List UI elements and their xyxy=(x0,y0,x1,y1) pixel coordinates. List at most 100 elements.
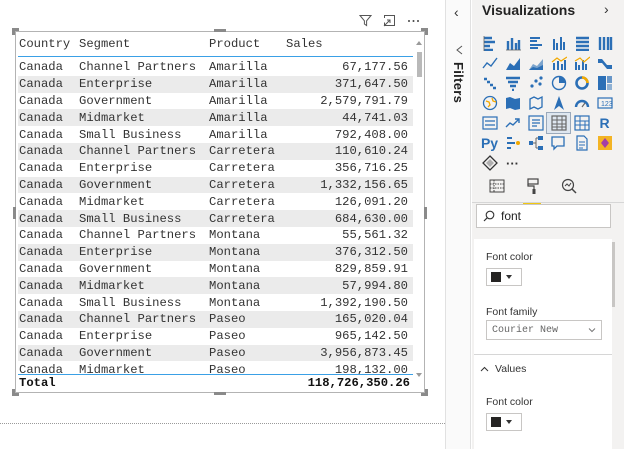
treemap-icon[interactable] xyxy=(593,73,616,93)
focus-mode-icon[interactable] xyxy=(382,13,397,28)
format-options-panel: Font color Font family Courier New Value… xyxy=(474,239,612,449)
shape-map-icon[interactable] xyxy=(524,93,547,113)
table-row[interactable]: Canada Government Paseo 3,956,873.45 xyxy=(18,344,413,362)
column-header-segment[interactable]: Segment xyxy=(79,37,209,51)
chevron-down-icon xyxy=(506,275,512,279)
visualizations-pane: Visualizations › 123 R Py ··· font Font col… xyxy=(472,0,624,449)
analytics-tab-icon[interactable] xyxy=(558,175,580,197)
resize-handle-bottom-right[interactable] xyxy=(421,389,428,396)
scatter-icon[interactable] xyxy=(524,73,547,93)
power-apps-icon[interactable] xyxy=(593,133,616,153)
line-chart-icon[interactable] xyxy=(478,53,501,73)
table-row[interactable]: Canada Enterprise Montana 376,312.50 xyxy=(18,243,413,261)
table-row[interactable]: Canada Government Montana 829,859.91 xyxy=(18,261,413,278)
filter-icon[interactable] xyxy=(358,13,373,28)
more-visuals-icon[interactable]: ··· xyxy=(501,153,524,173)
slicer-icon[interactable] xyxy=(524,113,547,133)
decomposition-tree-icon[interactable] xyxy=(524,133,547,153)
key-influencers-icon[interactable] xyxy=(501,133,524,153)
table-row[interactable]: Canada Channel Partners Paseo 165,020.04 xyxy=(18,310,413,328)
stacked-area-icon[interactable] xyxy=(524,53,547,73)
clustered-column-icon[interactable] xyxy=(547,33,570,53)
chevron-right-icon[interactable]: › xyxy=(604,1,609,17)
cell-product: Montana xyxy=(209,228,261,243)
table-row[interactable]: Canada Midmarket Carretera 126,091.20 xyxy=(18,193,413,210)
table-row[interactable]: Canada Small Business Montana 1,392,190.50 xyxy=(18,294,413,311)
pie-chart-icon[interactable] xyxy=(547,73,570,93)
ribbon-chart-icon[interactable] xyxy=(593,53,616,73)
table-row[interactable]: Canada Small Business Amarilla 792,408.00 xyxy=(18,126,413,143)
table-row[interactable]: Canada Enterprise Carretera 356,716.25 xyxy=(18,160,413,177)
cell-sales: 829,859.91 xyxy=(334,261,408,276)
donut-chart-icon[interactable] xyxy=(570,73,593,93)
matrix-icon[interactable] xyxy=(570,113,593,133)
fields-tab-icon[interactable] xyxy=(486,175,508,197)
table-row[interactable]: Canada Government Carretera 1,332,156.65 xyxy=(18,176,413,194)
python-visual-icon[interactable]: Py xyxy=(478,133,501,153)
line-clustered-icon[interactable] xyxy=(570,53,593,73)
filters-label[interactable]: Filters xyxy=(451,62,466,103)
100-column-icon[interactable] xyxy=(593,33,616,53)
table-row[interactable]: Canada Midmarket Amarilla 44,741.03 xyxy=(18,109,413,127)
svg-text:123: 123 xyxy=(601,101,613,108)
r-visual-icon[interactable]: R xyxy=(593,113,616,133)
scrollbar-thumb[interactable] xyxy=(417,52,422,77)
scroll-up-arrow-icon[interactable] xyxy=(416,41,422,45)
map-icon[interactable] xyxy=(478,93,501,113)
gauge-icon[interactable] xyxy=(570,93,593,113)
total-value: 118,726,350.26 xyxy=(307,376,410,390)
table-row[interactable]: Canada Small Business Carretera 684,630.00 xyxy=(18,210,413,227)
table-row[interactable]: Canada Channel Partners Carretera 110,610.2… xyxy=(18,142,413,160)
table-row[interactable]: Canada Channel Partners Montana 55,561.32 xyxy=(18,227,413,244)
values-font-color-picker[interactable] xyxy=(486,413,522,431)
table-row[interactable]: Canada Government Amarilla 2,579,791.79 xyxy=(18,93,413,110)
table-row[interactable]: Canada Midmarket Montana 57,994.80 xyxy=(18,277,413,295)
font-family-dropdown[interactable]: Courier New xyxy=(486,320,602,340)
stacked-column-icon[interactable] xyxy=(501,33,524,53)
resize-handle-left[interactable] xyxy=(13,207,16,219)
table-scrollbar[interactable] xyxy=(416,41,423,377)
clustered-bar-icon[interactable] xyxy=(524,33,547,53)
resize-handle-top-right[interactable] xyxy=(421,28,428,35)
resize-handle-right[interactable] xyxy=(424,207,427,219)
paginated-report-icon[interactable] xyxy=(570,133,593,153)
cell-country: Canada xyxy=(19,127,63,142)
filters-pane[interactable]: ‹ Filters xyxy=(445,0,471,449)
power-automate-icon[interactable] xyxy=(478,153,501,173)
waterfall-icon[interactable] xyxy=(478,73,501,93)
cell-product: Carretera xyxy=(209,194,275,209)
qa-icon[interactable] xyxy=(547,133,570,153)
column-header-sales[interactable]: Sales xyxy=(281,37,411,51)
more-options-icon[interactable] xyxy=(406,13,421,28)
values-section-header[interactable]: Values xyxy=(480,363,526,375)
font-color-swatch xyxy=(491,272,501,282)
table-visual[interactable]: Country Segment Product Sales Canada Chan… xyxy=(12,28,428,396)
kpi-icon[interactable] xyxy=(501,113,524,133)
stacked-bar-icon[interactable] xyxy=(478,33,501,53)
table-row[interactable]: Canada Enterprise Amarilla 371,647.50 xyxy=(18,75,413,93)
100-bar-icon[interactable] xyxy=(570,33,593,53)
multirow-card-icon[interactable] xyxy=(478,113,501,133)
more-visuals-label: ··· xyxy=(506,155,519,171)
chevron-left-icon[interactable]: ‹ xyxy=(454,4,459,20)
column-header-product[interactable]: Product xyxy=(209,37,281,51)
pane-divider xyxy=(472,202,624,203)
arcgis-icon[interactable] xyxy=(547,93,570,113)
cell-country: Canada xyxy=(19,177,63,192)
format-search-input[interactable]: font xyxy=(476,204,611,228)
table-row[interactable]: Canada Channel Partners Amarilla 67,177.56 xyxy=(18,59,413,76)
line-column-icon[interactable] xyxy=(547,53,570,73)
font-color-picker[interactable] xyxy=(486,268,522,286)
cell-country: Canada xyxy=(19,245,63,260)
table-icon[interactable] xyxy=(546,112,571,134)
scroll-down-arrow-icon[interactable] xyxy=(416,373,422,377)
area-chart-icon[interactable] xyxy=(501,53,524,73)
format-tab-icon[interactable] xyxy=(522,175,544,204)
card-icon[interactable]: 123 xyxy=(593,93,616,113)
column-header-country[interactable]: Country xyxy=(18,37,79,51)
table-row[interactable]: Canada Enterprise Paseo 965,142.50 xyxy=(18,328,413,345)
funnel-icon[interactable] xyxy=(501,73,524,93)
filled-map-icon[interactable] xyxy=(501,93,524,113)
cell-country: Canada xyxy=(19,161,63,176)
resize-handle-bottom[interactable] xyxy=(214,392,226,395)
